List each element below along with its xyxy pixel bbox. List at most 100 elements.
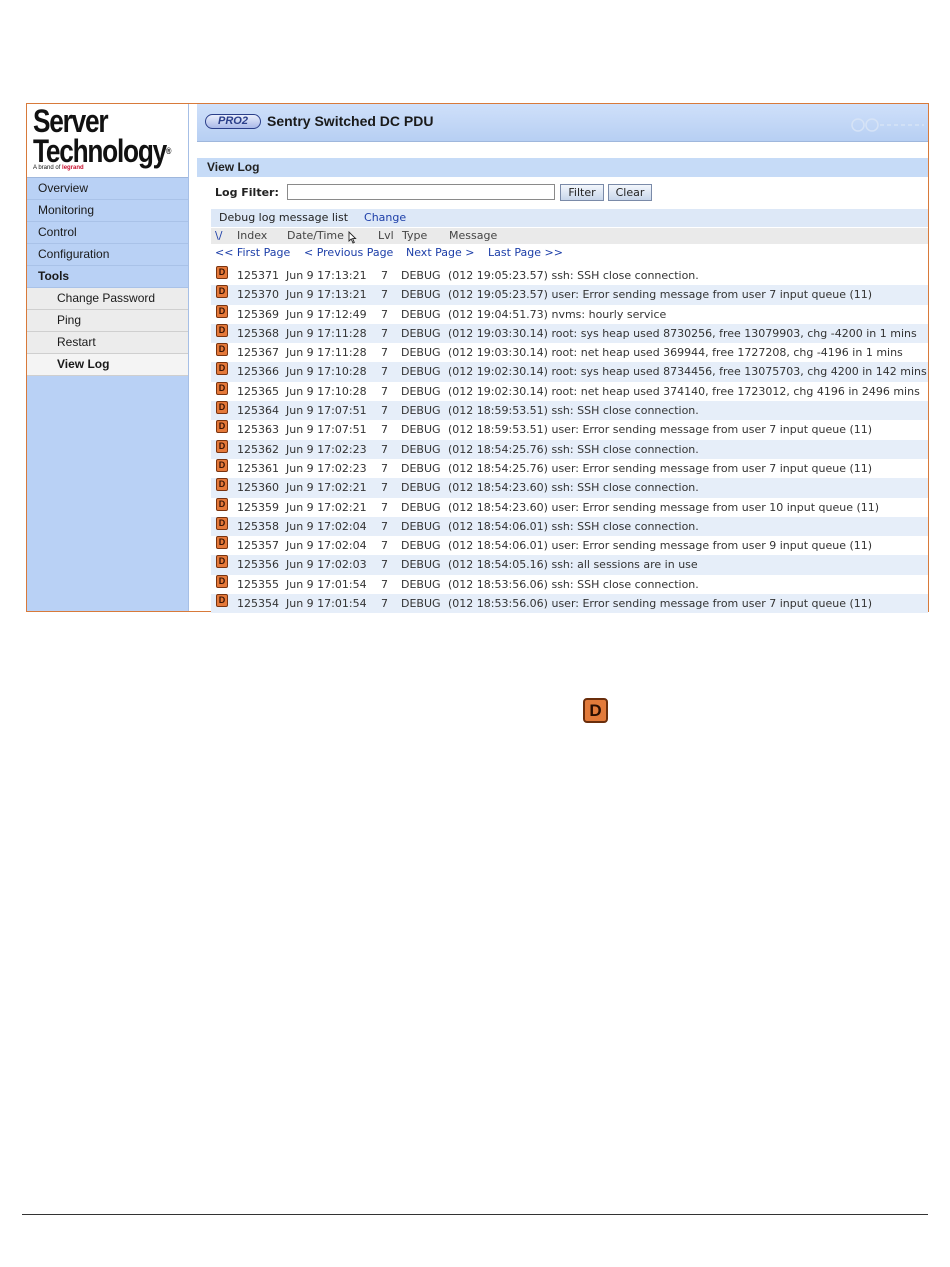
log-index: 125366	[237, 365, 279, 379]
logo-line-1: Server	[33, 103, 109, 139]
clear-button[interactable]: Clear	[608, 184, 652, 201]
log-level: 7	[381, 500, 388, 514]
column-index[interactable]: Index	[237, 228, 267, 244]
log-datetime: Jun 9 17:10:28	[286, 384, 367, 398]
log-type: DEBUG	[401, 423, 441, 437]
header-decoration-icon	[851, 118, 924, 132]
log-message: (012 18:59:53.51) ssh: SSH close connect…	[448, 404, 699, 418]
next-page-link[interactable]: Next Page >	[406, 246, 474, 259]
log-index: 125360	[237, 481, 279, 495]
log-level: 7	[381, 346, 388, 360]
log-message: (012 19:05:23.57) ssh: SSH close connect…	[448, 269, 699, 282]
log-filter-label: Log Filter:	[215, 186, 279, 199]
nav-view-log[interactable]: View Log	[27, 354, 188, 376]
logo-line-2: Technology®	[33, 135, 171, 167]
server-technology-logo[interactable]: Server Technology® A brand of legrand	[27, 104, 188, 178]
column-lvl[interactable]: Lvl	[378, 228, 394, 244]
log-datetime: Jun 9 17:07:51	[286, 423, 367, 437]
debug-log-label: Debug log message list	[219, 211, 349, 224]
debug-level-icon: D	[216, 594, 228, 608]
log-type: DEBUG	[401, 346, 441, 360]
log-row: D 125358 Jun 9 17:02:04 7 DEBUG (012 18:54:06…	[211, 516, 928, 537]
log-datetime: Jun 9 17:02:03	[286, 558, 367, 572]
log-index: 125359	[237, 500, 279, 514]
log-index: 125357	[237, 539, 279, 553]
debug-level-icon: D	[216, 536, 228, 550]
nav-tools[interactable]: Tools	[27, 266, 188, 288]
log-row: D 125366 Jun 9 17:10:28 7 DEBUG (012 19:02:30…	[211, 362, 928, 382]
log-table-body: D 125371 Jun 9 17:13:21 7 DEBUG (012 19:05:23…	[211, 266, 928, 614]
column-datetime[interactable]: Date/Time	[287, 228, 344, 244]
registered-mark: ®	[165, 146, 172, 156]
debug-level-icon: D	[216, 304, 228, 318]
log-level: 7	[381, 269, 388, 282]
debug-level-icon: D	[216, 574, 228, 588]
filter-button[interactable]: Filter	[560, 184, 604, 201]
log-row: D 125370 Jun 9 17:13:21 7 DEBUG (012 19:05:23…	[211, 285, 928, 305]
log-type: DEBUG	[401, 481, 441, 495]
change-link[interactable]: Change	[364, 211, 406, 224]
log-type: DEBUG	[401, 288, 441, 302]
log-level: 7	[381, 423, 388, 437]
debug-level-icon: D	[216, 381, 228, 395]
log-datetime: Jun 9 17:01:54	[286, 577, 367, 591]
log-type: DEBUG	[401, 539, 441, 553]
log-message: (012 18:54:25.76) user: Error sending me…	[448, 461, 873, 475]
nav-change-password[interactable]: Change Password	[27, 288, 188, 310]
log-index: 125358	[237, 519, 279, 533]
product-title: Sentry Switched DC PDU	[267, 113, 434, 129]
log-level: 7	[381, 597, 388, 611]
log-datetime: Jun 9 17:02:23	[286, 442, 367, 456]
log-index: 125364	[237, 404, 279, 418]
debug-level-icon: D	[216, 458, 228, 472]
debug-level-icon: D	[216, 420, 228, 434]
log-filter-input[interactable]	[287, 184, 555, 200]
log-row: D 125359 Jun 9 17:02:21 7 DEBUG (012 18:54:23…	[211, 497, 928, 517]
log-type: DEBUG	[401, 404, 441, 418]
log-type: DEBUG	[401, 307, 441, 321]
log-message: (012 19:03:30.14) root: net heap used 36…	[448, 346, 903, 360]
log-message: (012 18:53:56.06) user: Error sending me…	[448, 597, 873, 611]
log-row: D 125369 Jun 9 17:12:49 7 DEBUG (012 19:04:51…	[211, 304, 928, 324]
log-row: D 125364 Jun 9 17:07:51 7 DEBUG (012 18:59:53…	[211, 401, 928, 421]
sort-toggle[interactable]: \/	[215, 228, 222, 244]
nav-configuration[interactable]: Configuration	[27, 244, 188, 266]
brand-of-text: A brand of	[33, 165, 61, 171]
logo-word: Technology	[33, 133, 167, 169]
debug-level-icon: D	[216, 285, 228, 299]
log-level: 7	[381, 326, 388, 340]
log-datetime: Jun 9 17:13:21	[286, 288, 367, 302]
debug-level-icon: D	[216, 478, 228, 492]
log-level: 7	[381, 307, 388, 321]
previous-page-link[interactable]: < Previous Page	[304, 246, 393, 259]
log-row: D 125356 Jun 9 17:02:03 7 DEBUG (012 18:54:05…	[211, 555, 928, 575]
log-type: DEBUG	[401, 442, 441, 456]
debug-level-icon: D	[216, 401, 228, 415]
log-datetime: Jun 9 17:01:54	[286, 597, 367, 611]
nav-ping[interactable]: Ping	[27, 310, 188, 332]
log-row: D 125355 Jun 9 17:01:54 7 DEBUG (012 18:53:56…	[211, 574, 928, 594]
log-type: DEBUG	[401, 365, 441, 379]
nav-monitoring[interactable]: Monitoring	[27, 200, 188, 222]
last-page-link[interactable]: Last Page >>	[488, 246, 563, 259]
log-level: 7	[381, 365, 388, 379]
log-message: (012 18:54:25.76) ssh: SSH close connect…	[448, 442, 699, 456]
first-page-link[interactable]: << First Page	[215, 246, 290, 259]
log-message: (012 18:54:05.16) ssh: all sessions are …	[448, 558, 698, 572]
pdu-web-window: Server Technology® A brand of legrand Ov…	[26, 103, 929, 614]
debug-level-icon: D	[216, 439, 228, 453]
nav-overview[interactable]: Overview	[27, 178, 188, 200]
debug-level-icon: D	[216, 323, 228, 337]
column-type[interactable]: Type	[402, 228, 427, 244]
log-row: D 125368 Jun 9 17:11:28 7 DEBUG (012 19:03:30…	[211, 323, 928, 344]
log-level: 7	[381, 461, 388, 475]
log-type: DEBUG	[401, 519, 441, 533]
log-index: 125355	[237, 577, 279, 591]
nav-restart[interactable]: Restart	[27, 332, 188, 354]
debug-log-bar: Debug log message list Change	[211, 209, 928, 227]
log-message: (012 19:05:23.57) user: Error sending me…	[448, 288, 873, 302]
log-row: D 125357 Jun 9 17:02:04 7 DEBUG (012 18:54:06…	[211, 536, 928, 555]
nav-control[interactable]: Control	[27, 222, 188, 244]
column-message[interactable]: Message	[449, 228, 497, 244]
log-index: 125365	[237, 384, 279, 398]
